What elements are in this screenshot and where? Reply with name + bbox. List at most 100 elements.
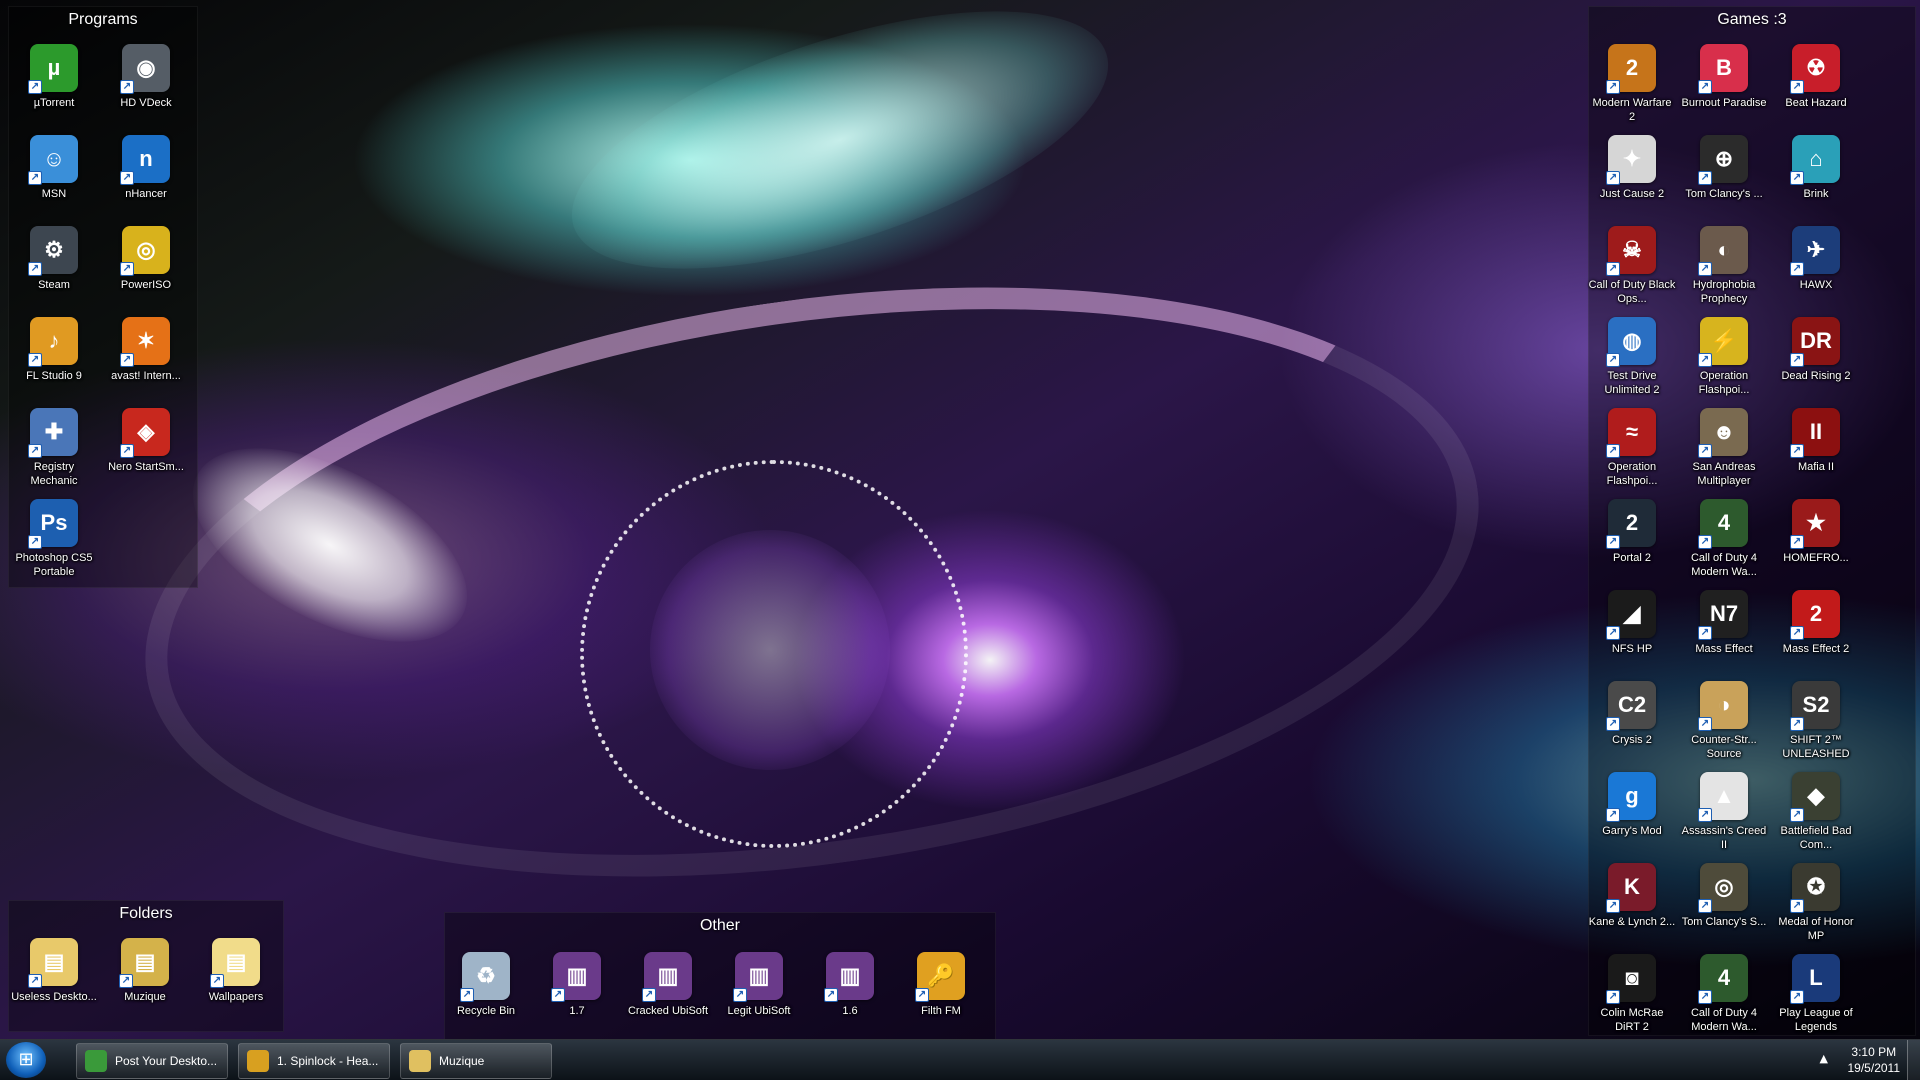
shortcut-glyph: B xyxy=(1716,55,1732,80)
desktop-shortcut[interactable]: K ↗ Kane & Lynch 2... xyxy=(1588,863,1676,929)
desktop-shortcut[interactable]: 2 ↗ Modern Warfare 2 xyxy=(1588,44,1676,124)
desktop-shortcut[interactable]: ▤ ↗ Useless Deskto... xyxy=(10,938,98,1004)
desktop-shortcut[interactable]: n ↗ nHancer xyxy=(102,135,190,201)
shortcut-icon: n ↗ xyxy=(120,135,170,185)
desktop-shortcut[interactable]: ▥ ↗ Cracked UbiSoft xyxy=(624,952,712,1018)
desktop-shortcut[interactable]: ✶ ↗ avast! Intern... xyxy=(102,317,190,383)
shortcut-icon: ◎ ↗ xyxy=(1698,863,1748,913)
taskbar-item-spinlock[interactable]: 1. Spinlock - Hea... xyxy=(238,1043,390,1079)
desktop-shortcut[interactable]: ◉ ↗ HD VDeck xyxy=(102,44,190,110)
desktop-shortcut[interactable]: ▥ ↗ Legit UbiSoft xyxy=(715,952,803,1018)
clock-date: 19/5/2011 xyxy=(1847,1061,1901,1075)
desktop-shortcut[interactable]: ☠ ↗ Call of Duty Black Ops... xyxy=(1588,226,1676,306)
desktop-shortcut[interactable]: ◎ ↗ Tom Clancy's S... xyxy=(1680,863,1768,929)
shortcut-icon: ◈ ↗ xyxy=(120,408,170,458)
shortcut-glyph: N7 xyxy=(1709,601,1739,626)
desktop-shortcut[interactable]: ▥ ↗ 1.6 xyxy=(806,952,894,1018)
desktop-shortcut[interactable]: ⚡ ↗ Operation Flashpoi... xyxy=(1680,317,1768,397)
desktop-shortcut[interactable]: ☻ ↗ San Andreas Multiplayer xyxy=(1680,408,1768,488)
shortcut-arrow-icon: ↗ xyxy=(1790,535,1804,549)
desktop-shortcut[interactable]: ⚙ ↗ Steam xyxy=(10,226,98,292)
winamp-icon xyxy=(247,1050,269,1072)
desktop-shortcut[interactable]: ✦ ↗ Just Cause 2 xyxy=(1588,135,1676,201)
desktop-shortcut[interactable]: ◙ ↗ Colin McRae DiRT 2 xyxy=(1588,954,1676,1034)
desktop-shortcut[interactable]: N7 ↗ Mass Effect xyxy=(1680,590,1768,656)
desktop-shortcut[interactable]: L ↗ Play League of Legends xyxy=(1772,954,1860,1034)
shortcut-arrow-icon: ↗ xyxy=(1698,171,1712,185)
shortcut-glyph: ▤ xyxy=(43,949,65,974)
desktop-shortcut[interactable]: ▲ ↗ Assassin's Creed II xyxy=(1680,772,1768,852)
shortcut-arrow-icon: ↗ xyxy=(1698,717,1712,731)
shortcut-label: Filth FM xyxy=(921,1005,961,1017)
desktop-shortcut[interactable]: ◢ ↗ NFS HP xyxy=(1588,590,1676,656)
shortcut-arrow-icon: ↗ xyxy=(1698,262,1712,276)
desktop-shortcut[interactable]: ♪ ↗ FL Studio 9 xyxy=(10,317,98,383)
desktop-shortcut[interactable]: ◐ ↗ Hydrophobia Prophecy xyxy=(1680,226,1768,306)
shortcut-icon: ✦ ↗ xyxy=(1606,135,1656,185)
desktop-shortcut[interactable]: ✪ ↗ Medal of Honor MP xyxy=(1772,863,1860,943)
desktop-shortcut[interactable]: 2 ↗ Portal 2 xyxy=(1588,499,1676,565)
desktop-shortcut[interactable]: ▤ ↗ Muzique xyxy=(101,938,189,1004)
desktop-shortcut[interactable]: ≈ ↗ Operation Flashpoi... xyxy=(1588,408,1676,488)
taskbar-item-chrome[interactable]: Post Your Deskto... xyxy=(76,1043,228,1079)
shortcut-icon: ☠ ↗ xyxy=(1606,226,1656,276)
shortcut-glyph: ☻ xyxy=(1712,419,1736,444)
desktop-shortcut[interactable]: Ps ↗ Photoshop CS5 Portable xyxy=(10,499,98,579)
shortcut-icon: ▲ ↗ xyxy=(1698,772,1748,822)
desktop-shortcut[interactable]: 4 ↗ Call of Duty 4 Modern Wa... xyxy=(1680,954,1768,1034)
shortcut-glyph: ♻ xyxy=(476,963,496,988)
desktop-shortcut[interactable]: g ↗ Garry's Mod xyxy=(1588,772,1676,838)
shortcut-glyph: ♪ xyxy=(48,328,60,353)
desktop-shortcut[interactable]: 🔑 ↗ Filth FM xyxy=(897,952,985,1018)
shortcut-icon: ▥ ↗ xyxy=(824,952,874,1002)
taskbar-item-label: Post Your Deskto... xyxy=(115,1054,218,1068)
desktop-shortcut[interactable]: ▤ ↗ Wallpapers xyxy=(192,938,280,1004)
desktop-shortcut[interactable]: S2 ↗ SHIFT 2™ UNLEASHED xyxy=(1772,681,1860,761)
desktop-shortcut[interactable]: B ↗ Burnout Paradise xyxy=(1680,44,1768,110)
clock-time: 3:10 PM xyxy=(1851,1045,1897,1059)
desktop-shortcut[interactable]: ◑ ↗ Counter-Str... Source xyxy=(1680,681,1768,761)
desktop-shortcut[interactable]: ✚ ↗ Registry Mechanic xyxy=(10,408,98,488)
desktop-shortcut[interactable]: ◎ ↗ PowerISO xyxy=(102,226,190,292)
desktop-shortcut[interactable]: ☺ ↗ MSN xyxy=(10,135,98,201)
shortcut-glyph: ◎ xyxy=(1714,874,1734,899)
clock[interactable]: 3:10 PM 19/5/2011 xyxy=(1848,1044,1901,1076)
folders-panel-title: Folders xyxy=(119,905,173,922)
show-desktop-button[interactable] xyxy=(1907,1040,1920,1080)
shortcut-arrow-icon: ↗ xyxy=(1606,262,1620,276)
shortcut-arrow-icon: ↗ xyxy=(28,262,42,276)
shortcut-arrow-icon: ↗ xyxy=(1606,626,1620,640)
desktop-shortcut[interactable]: ◈ ↗ Nero StartSm... xyxy=(102,408,190,474)
shortcut-label: PowerISO xyxy=(120,279,172,291)
shortcut-icon: 🔑 ↗ xyxy=(915,952,965,1002)
shortcut-glyph: ▲ xyxy=(1713,783,1735,808)
desktop-shortcut[interactable]: ✈ ↗ HAWX xyxy=(1772,226,1860,292)
desktop-shortcut[interactable]: ◆ ↗ Battlefield Bad Com... xyxy=(1772,772,1860,852)
taskbar-item-muzique[interactable]: Muzique xyxy=(400,1043,552,1079)
shortcut-glyph: ◐ xyxy=(1717,237,1731,262)
start-button[interactable]: ⊞ xyxy=(6,1042,46,1078)
desktop-shortcut[interactable]: ◍ ↗ Test Drive Unlimited 2 xyxy=(1588,317,1676,397)
desktop-shortcut[interactable]: C2 ↗ Crysis 2 xyxy=(1588,681,1676,747)
desktop-shortcut[interactable]: II ↗ Mafia II xyxy=(1772,408,1860,474)
desktop-shortcut[interactable]: ⌂ ↗ Brink xyxy=(1772,135,1860,201)
shortcut-label: Play League of Legends xyxy=(1779,1007,1853,1033)
shortcut-arrow-icon: ↗ xyxy=(1606,899,1620,913)
desktop-shortcut[interactable]: 2 ↗ Mass Effect 2 xyxy=(1772,590,1860,656)
chrome-icon xyxy=(85,1050,107,1072)
desktop-shortcut[interactable]: ☢ ↗ Beat Hazard xyxy=(1772,44,1860,110)
shortcut-label: Portal 2 xyxy=(1613,552,1651,564)
desktop-shortcut[interactable]: ▥ ↗ 1.7 xyxy=(533,952,621,1018)
shortcut-label: µTorrent xyxy=(33,97,75,109)
shortcut-glyph: ◉ xyxy=(136,55,156,80)
shortcut-label: Call of Duty Black Ops... xyxy=(1588,279,1676,305)
desktop-shortcut[interactable]: DR ↗ Dead Rising 2 xyxy=(1772,317,1860,383)
show-hidden-icons-arrow-icon[interactable]: ▲ xyxy=(1820,1052,1828,1065)
desktop-shortcut[interactable]: µ ↗ µTorrent xyxy=(10,44,98,110)
desktop-shortcut[interactable]: ♻ ↗ Recycle Bin xyxy=(442,952,530,1018)
desktop-shortcut[interactable]: ★ ↗ HOMEFRO... xyxy=(1772,499,1860,565)
shortcut-arrow-icon: ↗ xyxy=(824,988,838,1002)
desktop-shortcut[interactable]: 4 ↗ Call of Duty 4 Modern Wa... xyxy=(1680,499,1768,579)
shortcut-arrow-icon: ↗ xyxy=(1606,990,1620,1004)
desktop-shortcut[interactable]: ⊕ ↗ Tom Clancy's ... xyxy=(1680,135,1768,201)
